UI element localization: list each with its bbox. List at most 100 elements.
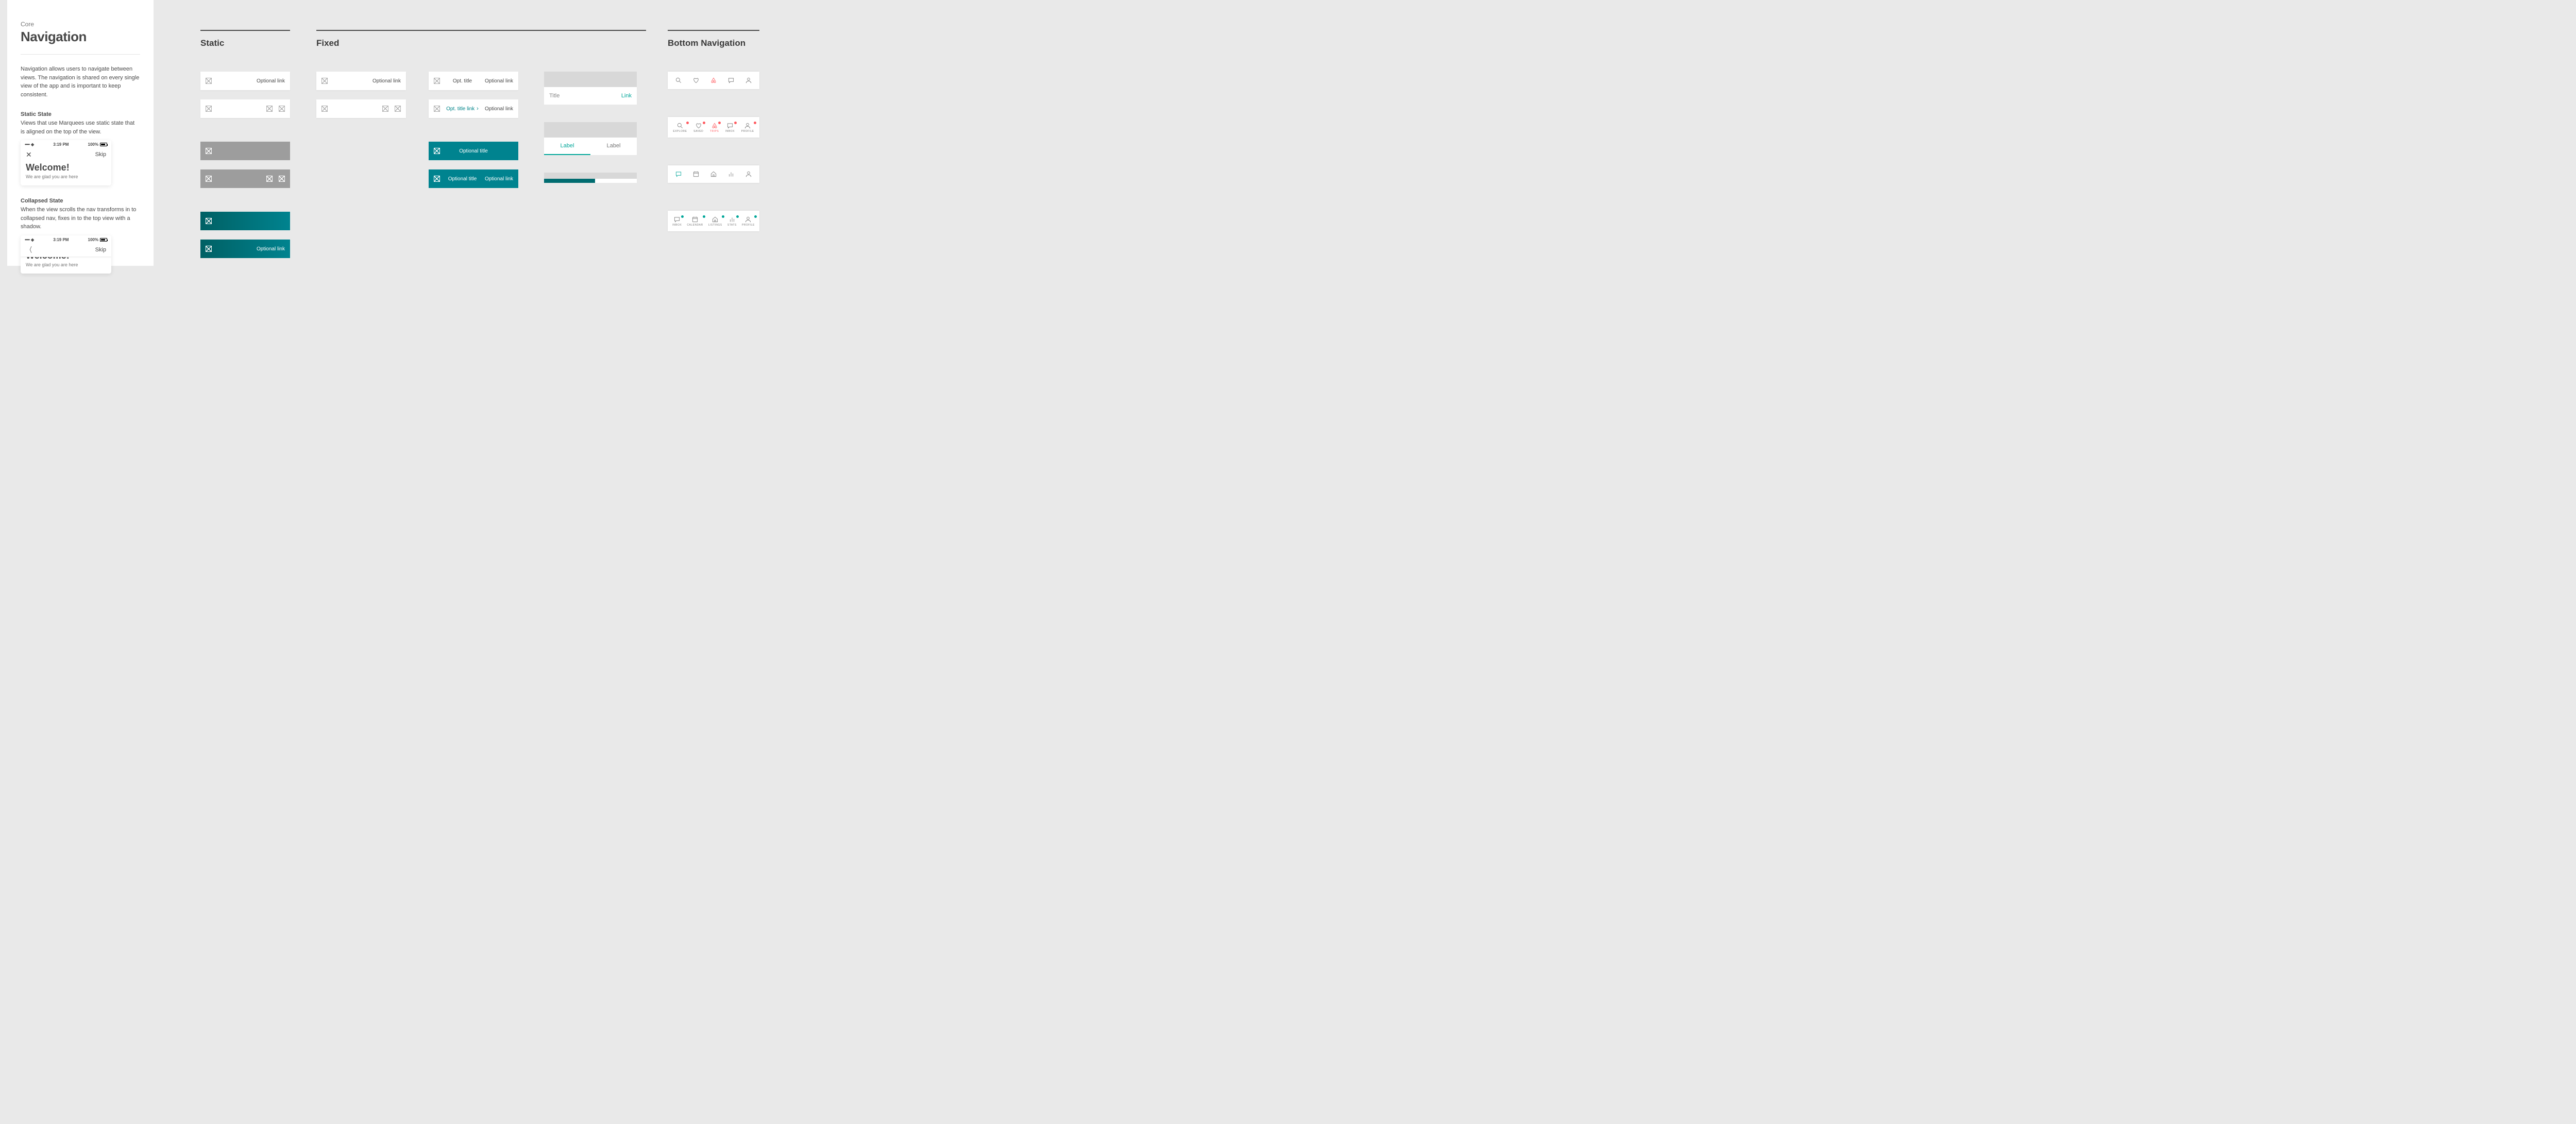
tab-label-2[interactable]: Label [590, 138, 637, 155]
bottom-item-explore[interactable]: EXPLORE [673, 122, 687, 133]
fixed-variants-a: Optional link [316, 72, 406, 118]
phone-subtitle: We are glad you are here [21, 173, 111, 185]
spec-title: Navigation [21, 29, 140, 45]
battery-icon [100, 238, 107, 242]
skip-link[interactable]: Skip [95, 247, 106, 253]
nav-link[interactable]: Optional link [372, 78, 401, 84]
notification-dot-icon [703, 215, 705, 218]
bottom-item-inbox[interactable]: INBOX [672, 216, 682, 227]
bottom-item-explore[interactable] [675, 77, 682, 84]
bottom-item-profile[interactable] [745, 171, 752, 178]
status-bar: ◈ 3:19 PM 100% [21, 140, 111, 148]
bottom-item-listings[interactable] [710, 171, 717, 178]
search-icon [676, 122, 684, 129]
bottom-item-trips[interactable] [710, 77, 717, 84]
nav-title: Optional title [440, 176, 485, 182]
notification-dot-icon [703, 122, 705, 124]
row-link[interactable]: Link [621, 93, 632, 99]
bottom-label: INBOX [725, 130, 735, 133]
airbnb-icon [711, 122, 718, 129]
profile-icon [745, 77, 752, 84]
bottom-item-saved[interactable]: SAVED [693, 122, 703, 133]
image-placeholder-icon[interactable] [434, 176, 440, 182]
navbar-light-optional-link: Optional link [200, 72, 290, 90]
bottom-item-profile[interactable] [745, 77, 752, 84]
image-placeholder-icon[interactable] [382, 106, 388, 112]
content-placeholder [544, 122, 637, 138]
image-placeholder-icon[interactable] [279, 176, 285, 182]
collapsed-state-heading: Collapsed State [21, 198, 140, 204]
bottom-item-calendar[interactable]: CALENDAR [687, 216, 703, 227]
image-placeholder-icon[interactable] [206, 78, 212, 84]
nav-link[interactable]: Optional link [485, 176, 513, 182]
wifi-icon: ◈ [31, 237, 34, 242]
bottom-item-calendar[interactable] [692, 171, 700, 178]
bottom-item-listings[interactable]: LISTINGS [708, 216, 722, 227]
status-time: 3:19 PM [53, 237, 69, 242]
image-placeholder-icon[interactable] [395, 106, 401, 112]
nav-link[interactable]: Optional link [257, 246, 285, 252]
wifi-icon: ◈ [31, 142, 34, 147]
nav-link[interactable]: Optional link [485, 78, 513, 84]
bottom-item-stats[interactable]: STATS [727, 216, 737, 227]
image-placeholder-icon[interactable] [206, 148, 212, 154]
bottom-item-inbox[interactable] [675, 171, 682, 178]
image-placeholder-icon[interactable] [434, 148, 440, 154]
navbar-grey-actions [200, 169, 290, 188]
status-batt-pct: 100% [88, 142, 98, 147]
bottom-item-inbox[interactable] [727, 77, 735, 84]
spec-eyebrow: Core [21, 21, 140, 28]
image-placeholder-icon[interactable] [434, 106, 440, 112]
skip-link[interactable]: Skip [95, 151, 106, 158]
navbar-teal-title: Optional title [429, 142, 518, 160]
bottom-item-saved[interactable] [692, 77, 700, 84]
navbar-light-actions [200, 99, 290, 118]
section-title: Fixed [316, 38, 646, 48]
close-icon[interactable]: ✕ [26, 151, 32, 158]
image-placeholder-icon[interactable] [266, 106, 273, 112]
chat-icon [675, 171, 682, 178]
section-rule [316, 30, 646, 31]
bottom-item-profile[interactable]: PROFILE [742, 216, 755, 227]
tab-bar: Label Label [544, 138, 637, 155]
home-icon [710, 171, 717, 178]
image-placeholder-icon[interactable] [206, 218, 212, 224]
image-placeholder-icon[interactable] [206, 246, 212, 252]
nav-title-link[interactable]: Opt. title link [440, 106, 485, 112]
static-state-heading: Static State [21, 111, 140, 117]
image-placeholder-icon[interactable] [434, 78, 440, 84]
navbar-fixed-title-link: Opt. title Optional link [429, 72, 518, 90]
airbnb-icon [710, 77, 717, 84]
image-placeholder-icon[interactable] [206, 176, 212, 182]
image-placeholder-icon[interactable] [321, 78, 328, 84]
title-link-row: Title Link [544, 87, 637, 105]
bottom-nav-variants: EXPLORE SAVED TRIPS INBOX PROFILE [668, 72, 759, 231]
phone-hero-clipped: Welcome! [21, 257, 111, 261]
bottom-item-stats[interactable] [727, 171, 735, 178]
bottom-item-inbox[interactable]: INBOX [725, 122, 735, 133]
bottom-label: INBOX [672, 224, 682, 227]
image-placeholder-icon[interactable] [321, 106, 328, 112]
section-title: Bottom Navigation [668, 38, 759, 48]
bottom-item-profile[interactable]: PROFILE [741, 122, 754, 133]
fixed-variants-b: Opt. title Optional link Opt. title link… [429, 72, 518, 188]
notification-dot-icon [681, 215, 684, 218]
stats-icon [728, 216, 736, 223]
tab-label-1[interactable]: Label [544, 138, 590, 155]
nav-link[interactable]: Optional link [257, 78, 285, 84]
carrier-dots-icon [25, 237, 29, 242]
nav-link[interactable]: Optional link [485, 106, 513, 112]
image-placeholder-icon[interactable] [206, 106, 212, 112]
calendar-icon [692, 171, 700, 178]
row-title: Title [549, 93, 560, 99]
heart-icon [695, 122, 702, 129]
section-fixed: Fixed [316, 30, 646, 53]
bottom-item-trips[interactable]: TRIPS [710, 122, 719, 133]
home-icon [711, 216, 719, 223]
back-icon[interactable]: 〈 [27, 246, 32, 253]
bottom-nav-host [668, 165, 759, 183]
image-placeholder-icon[interactable] [266, 176, 273, 182]
notification-dot-icon [754, 215, 757, 218]
bottom-label: EXPLORE [673, 130, 687, 133]
image-placeholder-icon[interactable] [279, 106, 285, 112]
